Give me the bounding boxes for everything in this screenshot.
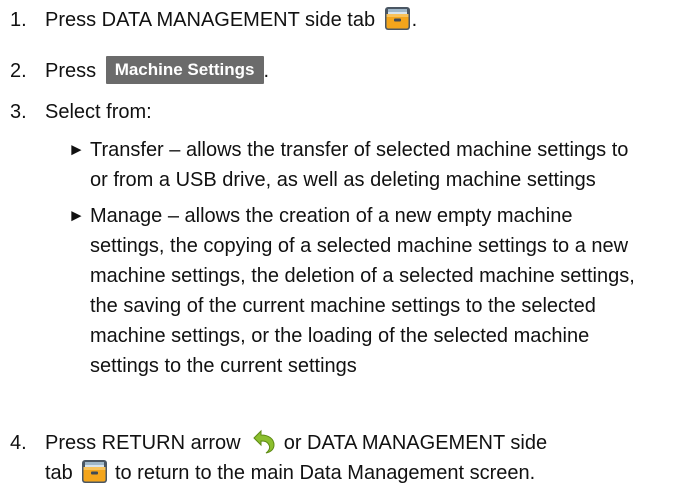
step-text: Select from:	[45, 101, 152, 123]
step-text: Press	[45, 60, 97, 82]
machine-settings-button[interactable]: Machine Settings	[105, 55, 264, 84]
bullet-arrow-icon: ►	[68, 206, 85, 225]
bullet-arrow-icon: ►	[68, 140, 85, 159]
instruction-document: 1. Press DATA MANAGEMENT side tab . 2. P…	[0, 0, 688, 503]
step-number: 4.	[10, 432, 27, 454]
step-number: 3.	[10, 101, 27, 123]
step-text: Press DATA MANAGEMENT side tab	[45, 9, 376, 31]
step-number: 2.	[10, 60, 27, 82]
step-number: 1.	[10, 9, 27, 31]
folder-icon[interactable]	[81, 459, 108, 484]
step-text: Press RETURN arrow	[45, 432, 241, 454]
return-arrow-icon[interactable]	[249, 429, 277, 454]
folder-icon	[384, 6, 411, 31]
